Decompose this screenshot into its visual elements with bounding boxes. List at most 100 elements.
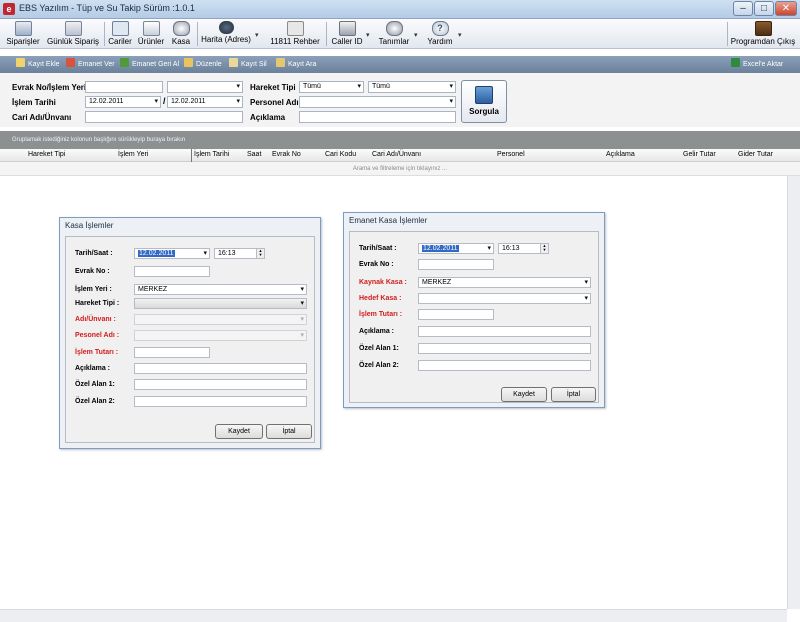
tarih-input[interactable]: 12.02.2011 ▾ <box>134 248 210 259</box>
spinner-icon[interactable]: ▲ ▼ <box>540 244 548 253</box>
hareket-tipi-value-1: Tümü <box>303 83 321 90</box>
adi-unvani-combo[interactable]: ▾ <box>134 314 307 325</box>
tarih-input[interactable]: 12.02.2011 ▾ <box>418 243 494 254</box>
maximize-button[interactable]: □ <box>754 1 774 16</box>
ozel-alan-2-label: Özel Alan 2: <box>359 362 399 369</box>
yardim-button[interactable]: ? Yardım <box>424 20 456 48</box>
duzenle-button[interactable]: Düzenle <box>184 58 222 71</box>
kayit-ekle-label: Kayıt Ekle <box>28 61 60 68</box>
horizontal-scrollbar[interactable] <box>0 609 787 622</box>
chevron-down-icon: ▾ <box>154 98 158 105</box>
tanimlar-dropdown-icon[interactable]: ▾ <box>414 31 418 39</box>
tarih-saat-label: Tarih/Saat : <box>359 245 397 252</box>
islem-tutari-input[interactable] <box>134 347 210 358</box>
grid-header: Hareket Tipi İşlem Yeri İşlem Tarihi Saa… <box>0 149 800 162</box>
excel-export-button[interactable]: Excel'e Aktar <box>731 58 783 71</box>
personel-adi-combo[interactable]: ▾ <box>299 96 456 108</box>
caller-id-button[interactable]: Caller ID <box>330 20 364 48</box>
yardim-label: Yardım <box>427 37 453 46</box>
rehber-label: 11811 Rehber <box>270 37 320 46</box>
column-header[interactable]: Cari Adı/Ünvanı <box>372 151 421 158</box>
ozel-alan-2-input[interactable] <box>134 396 307 407</box>
minimize-button[interactable]: – <box>733 1 753 16</box>
evrak-no-input[interactable] <box>134 266 210 277</box>
yardim-dropdown-icon[interactable]: ▾ <box>458 31 462 39</box>
urunler-button[interactable]: Ürünler <box>136 20 166 48</box>
ozel-alan-2-input[interactable] <box>418 360 591 371</box>
evrak-no-label: Evrak No : <box>75 268 110 275</box>
chevron-down-icon: ▾ <box>300 316 304 323</box>
spinner-icon[interactable]: ▲ ▼ <box>256 249 264 258</box>
kayit-ara-button[interactable]: Kayıt Ara <box>276 58 316 71</box>
islem-tutari-input[interactable] <box>418 309 494 320</box>
tanimlar-button[interactable]: Tanımlar <box>377 20 411 48</box>
kasa-dialog: Kasa İşlemler Tarih/Saat : 12.02.2011 ▾ 1… <box>59 217 321 449</box>
iptal-button[interactable]: İptal <box>551 387 596 402</box>
siparisler-button[interactable]: Siparişler <box>4 20 42 48</box>
door-exit-icon <box>754 21 772 36</box>
evrak-no-input[interactable] <box>85 81 163 93</box>
emanet-geri-al-button[interactable]: Emanet Geri Al <box>120 58 179 71</box>
date-from-value: 12.02.2011 <box>89 98 124 105</box>
column-header[interactable]: İşlem Tarihi <box>194 151 229 158</box>
emanet-ver-button[interactable]: Emanet Ver <box>66 58 115 71</box>
ozel-alan-2-label: Özel Alan 2: <box>75 398 115 405</box>
column-header[interactable]: Saat <box>247 151 261 158</box>
saat-input[interactable]: 16:13 ▲ ▼ <box>214 248 265 259</box>
aciklama-input[interactable] <box>418 326 591 337</box>
rehber-button[interactable]: 11811 Rehber <box>268 20 322 48</box>
hedef-kasa-combo[interactable]: ▾ <box>418 293 591 304</box>
column-header[interactable]: Açıklama <box>606 151 635 158</box>
kaydet-button[interactable]: Kaydet <box>215 424 263 439</box>
grid-filter-row[interactable]: Arama ve filtreleme için tıklayınız ... <box>0 162 800 176</box>
column-header[interactable]: Cari Kodu <box>325 151 356 158</box>
islem-yeri-value: MERKEZ <box>138 286 168 293</box>
exit-button[interactable]: Programdan Çıkış <box>730 20 796 48</box>
islem-yeri-combo[interactable]: ▾ <box>167 81 243 93</box>
harita-dropdown-icon[interactable]: ▾ <box>255 31 259 39</box>
urunler-label: Ürünler <box>137 37 165 46</box>
harita-button[interactable]: Harita (Adres) <box>200 20 252 48</box>
column-header[interactable]: Evrak No <box>272 151 301 158</box>
column-header[interactable]: Gider Tutar <box>738 151 773 158</box>
deposit-return-icon <box>120 58 129 67</box>
column-divider[interactable] <box>191 149 192 162</box>
aciklama-filter-label: Açıklama <box>250 113 286 122</box>
cari-adi-input[interactable] <box>85 111 243 123</box>
toolbar-separator <box>197 22 198 46</box>
order-icon <box>64 21 82 36</box>
group-by-panel[interactable]: Gruplamak istediğiniz kolonun başlığını … <box>0 131 800 149</box>
column-header[interactable]: Personel <box>497 151 525 158</box>
aciklama-input[interactable] <box>134 363 307 374</box>
date-to-input[interactable]: 12.02.2011 ▾ <box>167 96 243 108</box>
saat-input[interactable]: 16:13 ▲ ▼ <box>498 243 549 254</box>
column-header[interactable]: Gelir Tutar <box>683 151 716 158</box>
hareket-tipi-combo-2[interactable]: Tümü ▾ <box>368 81 456 93</box>
islem-yeri-combo[interactable]: MERKEZ ▾ <box>134 284 307 295</box>
sorgula-button[interactable]: Sorgula <box>461 80 507 123</box>
kaydet-button[interactable]: Kaydet <box>501 387 547 402</box>
close-button[interactable]: ✕ <box>775 1 797 16</box>
aciklama-filter-input[interactable] <box>299 111 456 123</box>
hareket-tipi-value-2: Tümü <box>372 83 390 90</box>
evrak-no-input[interactable] <box>418 259 494 270</box>
vertical-scrollbar[interactable] <box>787 176 800 609</box>
toolbar-separator <box>727 22 728 46</box>
cariler-button[interactable]: Cariler <box>107 20 133 48</box>
ozel-alan-1-input[interactable] <box>418 343 591 354</box>
iptal-button[interactable]: İptal <box>266 424 312 439</box>
emanet-geri-al-label: Emanet Geri Al <box>132 61 180 68</box>
gunluk-siparis-button[interactable]: Günlük Sipariş <box>45 20 101 48</box>
column-header[interactable]: Hareket Tipi <box>28 151 65 158</box>
kaynak-kasa-combo[interactable]: MERKEZ ▾ <box>418 277 591 288</box>
caller-id-dropdown-icon[interactable]: ▾ <box>366 31 370 39</box>
ozel-alan-1-input[interactable] <box>134 379 307 390</box>
personel-adi-combo[interactable]: ▾ <box>134 330 307 341</box>
hareket-tipi-combo[interactable]: ▾ <box>134 298 307 309</box>
column-header[interactable]: İşlem Yeri <box>118 151 148 158</box>
kasa-button[interactable]: Kasa <box>168 20 194 48</box>
hareket-tipi-combo-1[interactable]: Tümü ▾ <box>299 81 364 93</box>
kayit-sil-button[interactable]: Kayıt Sil <box>229 58 267 71</box>
kayit-ekle-button[interactable]: Kayıt Ekle <box>16 58 60 71</box>
date-from-input[interactable]: 12.02.2011 ▾ <box>85 96 161 108</box>
